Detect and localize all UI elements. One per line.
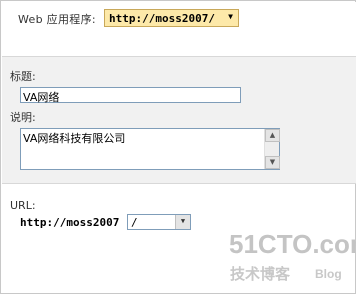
scroll-up-arrow-icon[interactable]: ▲ (265, 129, 280, 142)
watermark-blog: Blog (315, 267, 342, 281)
web-application-selected-value: http://moss2007/ (109, 12, 215, 25)
title-input[interactable]: VA网络 (20, 87, 241, 104)
description-textarea-value: VA网络科技有限公司 (23, 132, 126, 145)
description-textarea[interactable]: VA网络科技有限公司 ▲ ▼ (20, 128, 280, 170)
url-label: URL: (10, 199, 36, 212)
url-path-select[interactable]: / ▼ (127, 214, 191, 230)
watermark-subtitle: 技术博客 (230, 265, 291, 283)
description-label: 说明: (10, 111, 36, 124)
url-path-selected-value: / (131, 216, 138, 229)
title-input-value: VA网络 (23, 91, 60, 104)
form-panel: Web 应用程序: http://moss2007/ ▼ 标题: VA网络 说明… (0, 0, 356, 294)
web-application-selector[interactable]: http://moss2007/ ▼ (104, 9, 239, 27)
chevron-down-icon[interactable]: ▼ (175, 215, 190, 229)
chevron-down-icon: ▼ (228, 12, 233, 21)
scroll-down-arrow-icon[interactable]: ▼ (265, 156, 280, 169)
description-scrollbar[interactable]: ▲ ▼ (264, 129, 280, 169)
divider (2, 183, 356, 184)
title-label: 标题: (10, 70, 36, 83)
url-prefix: http://moss2007 (20, 216, 120, 229)
watermark-logo: 51CTO.com (229, 229, 356, 259)
web-application-label: Web 应用程序: (18, 13, 96, 26)
